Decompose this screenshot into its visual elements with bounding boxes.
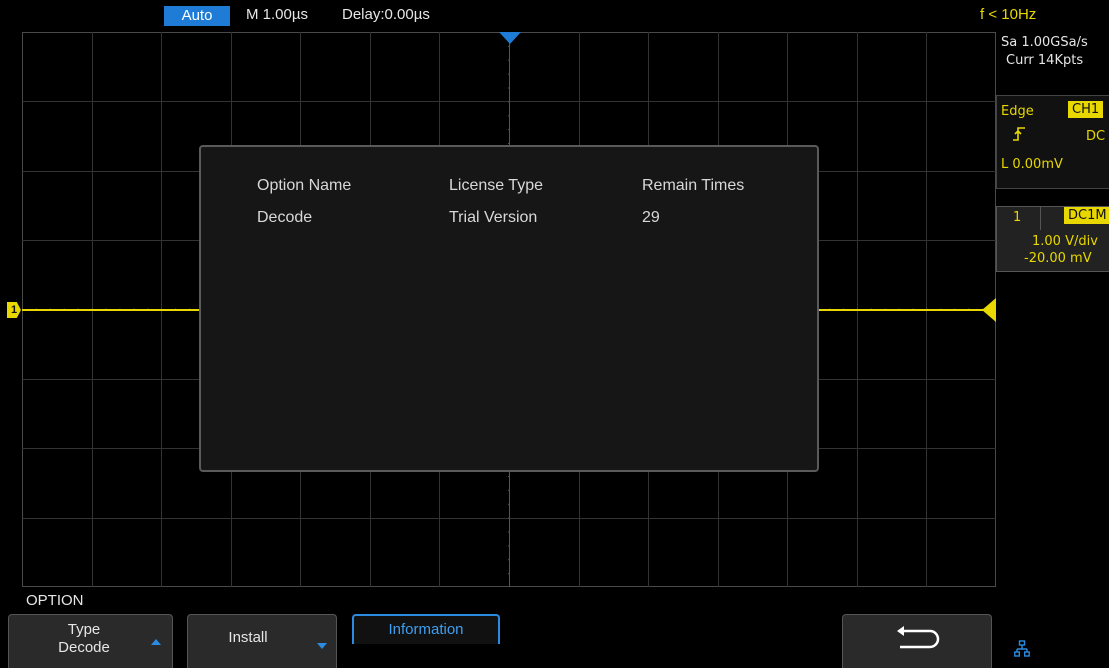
back-softkey[interactable] — [842, 614, 992, 668]
grid-tick — [508, 489, 510, 491]
header-remain-times: Remain Times — [642, 177, 745, 194]
trigger-mode-badge[interactable]: Auto — [164, 6, 230, 26]
frequency-readout: f < 10Hz — [980, 6, 1037, 23]
type-softkey[interactable]: Type Decode — [8, 614, 173, 668]
channel1-marker-label: 1 — [10, 304, 18, 316]
scroll-up-icon — [151, 639, 161, 645]
license-info-dialog: Option Name License Type Remain Times De… — [199, 145, 819, 472]
delay-readout[interactable]: Delay:0.00µs — [342, 6, 430, 23]
channel-coupling-badge: DC1M — [1064, 207, 1109, 224]
row-license-type: Trial Version — [449, 209, 538, 226]
information-softkey[interactable]: Information — [352, 614, 500, 644]
timebase-readout[interactable]: M 1.00µs — [246, 6, 308, 23]
network-icon — [1014, 640, 1030, 663]
install-softkey[interactable]: Install — [187, 614, 337, 668]
header-license-type: License Type — [449, 177, 543, 194]
trigger-coupling: DC — [1086, 129, 1106, 144]
channel-number: 1 — [1013, 210, 1022, 225]
row-remain-times: 29 — [642, 209, 660, 226]
scroll-down-icon — [317, 643, 327, 649]
grid-tick — [508, 476, 510, 477]
type-value: Decode — [58, 639, 110, 656]
trigger-type: Edge — [1001, 104, 1034, 119]
information-label: Information — [388, 621, 464, 638]
rising-edge-icon — [1012, 126, 1026, 147]
channel1-ground-marker[interactable]: 1 — [7, 302, 21, 318]
type-label: Type — [67, 621, 101, 638]
grid-tick — [508, 143, 510, 144]
grid-tick — [508, 503, 510, 505]
grid-tick — [508, 101, 510, 103]
grid-tick — [508, 73, 510, 75]
grid-tick — [508, 45, 510, 47]
grid-tick — [508, 115, 510, 117]
row-option-name: Decode — [257, 209, 313, 226]
menu-title: OPTION — [26, 592, 84, 609]
install-label: Install — [228, 629, 268, 646]
grid-tick — [508, 129, 510, 131]
grid-tick — [508, 59, 510, 61]
memory-depth: Curr 14Kpts — [1006, 53, 1084, 68]
sample-rate: Sa 1.00GSa/s — [1001, 35, 1088, 50]
return-arrow-icon — [890, 625, 944, 653]
grid-tick — [508, 87, 510, 89]
grid-tick — [508, 545, 510, 547]
channel-offset: -20.00 mV — [1024, 251, 1092, 266]
grid-tick — [508, 531, 510, 533]
channel-tab-divider — [1040, 206, 1041, 230]
header-option-name: Option Name — [257, 177, 352, 194]
channel-vertical-scale: 1.00 V/div — [1032, 234, 1098, 249]
trigger-level: L 0.00mV — [1001, 157, 1063, 172]
grid-tick — [508, 517, 510, 519]
grid-tick — [508, 559, 510, 561]
trigger-source-badge: CH1 — [1068, 101, 1104, 118]
grid-tick — [508, 573, 510, 575]
